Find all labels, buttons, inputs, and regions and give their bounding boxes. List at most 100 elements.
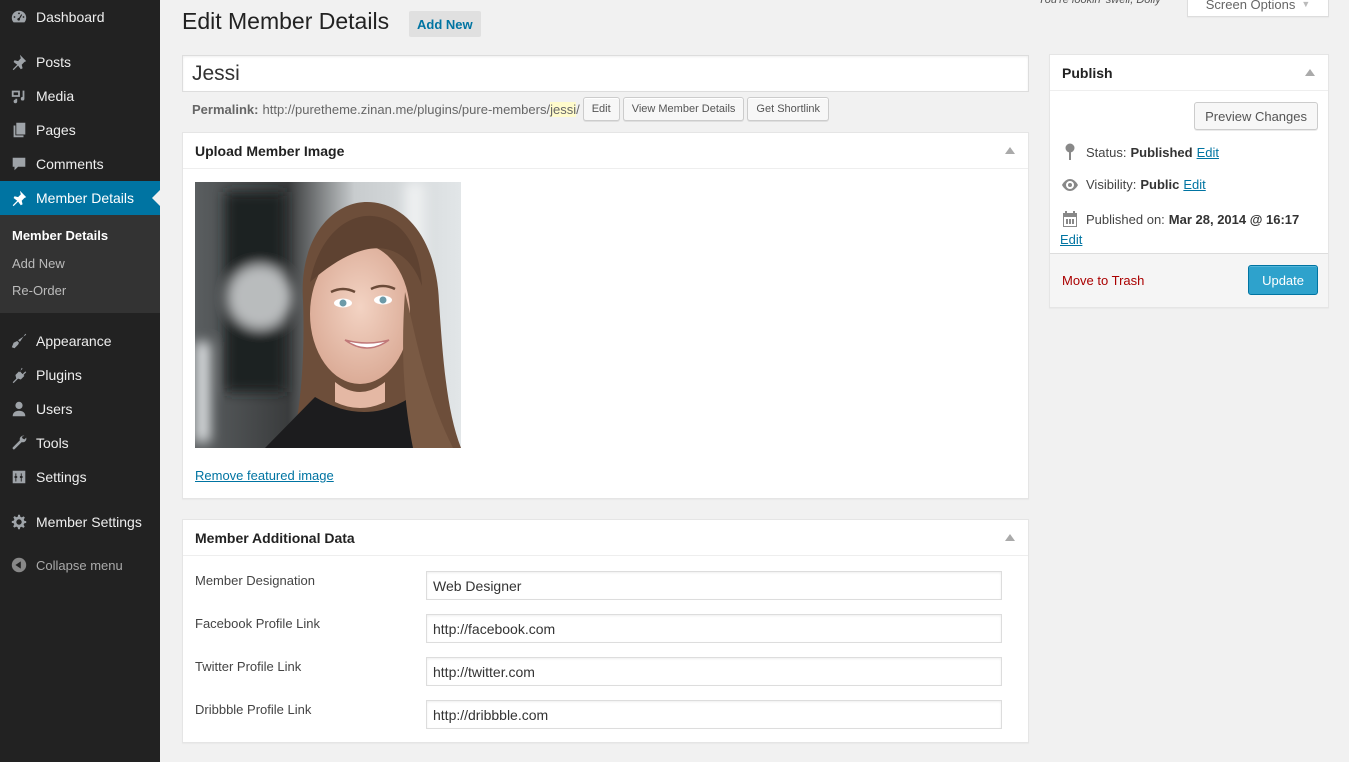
- box-header[interactable]: Upload Member Image: [183, 133, 1028, 169]
- remove-featured-image-link[interactable]: Remove featured image: [195, 468, 334, 483]
- menu-posts[interactable]: Posts: [0, 45, 160, 79]
- screen-options-label: Screen Options: [1205, 0, 1296, 12]
- menu-label: Appearance: [36, 333, 112, 349]
- field-label: Facebook Profile Link: [195, 616, 321, 631]
- portrait-image: [195, 182, 461, 448]
- comment-icon: [0, 155, 36, 173]
- menu-comments[interactable]: Comments: [0, 147, 160, 181]
- menu-settings[interactable]: Settings: [0, 460, 160, 494]
- twitter-link-input[interactable]: [426, 657, 1002, 686]
- menu-label: Tools: [36, 435, 69, 451]
- add-new-button[interactable]: Add New: [409, 11, 481, 37]
- collapse-toggle-icon[interactable]: [1305, 69, 1315, 76]
- menu-label: Dashboard: [36, 9, 105, 25]
- post-title-input[interactable]: [182, 55, 1029, 92]
- edit-slug-button[interactable]: Edit: [582, 97, 620, 121]
- edit-visibility-link[interactable]: Edit: [1183, 177, 1205, 192]
- box-header[interactable]: Member Additional Data: [183, 520, 1028, 556]
- dribbble-link-input[interactable]: [426, 700, 1002, 729]
- edit-status-link[interactable]: Edit: [1197, 145, 1219, 160]
- page-title: Edit Member Details: [182, 8, 390, 34]
- field-row-facebook: Facebook Profile Link: [183, 614, 1028, 644]
- collapse-menu-button[interactable]: Collapse menu: [0, 548, 160, 582]
- permalink-label: Permalink:: [192, 101, 259, 117]
- collapse-label: Collapse menu: [36, 557, 123, 573]
- menu-tools[interactable]: Tools: [0, 426, 160, 460]
- menu-label: Member Settings: [36, 514, 142, 530]
- submenu-member-details[interactable]: Member Details: [0, 222, 160, 250]
- menu-label: Member Details: [36, 190, 135, 206]
- menu-plugins[interactable]: Plugins: [0, 358, 160, 392]
- field-row-dribbble: Dribbble Profile Link: [183, 700, 1028, 730]
- permalink-url[interactable]: http://puretheme.zinan.me/plugins/pure-m…: [262, 101, 580, 117]
- menu-label: Posts: [36, 54, 72, 70]
- menu-pages[interactable]: Pages: [0, 113, 160, 147]
- sliders-icon: [0, 468, 36, 486]
- pin-icon: [1060, 143, 1080, 161]
- field-label: Twitter Profile Link: [195, 659, 302, 674]
- edit-date-link[interactable]: Edit: [1060, 232, 1082, 247]
- status-value: Published: [1130, 144, 1193, 160]
- box-title: Publish: [1062, 64, 1113, 81]
- member-photo[interactable]: [195, 182, 461, 448]
- collapse-toggle-icon[interactable]: [1005, 534, 1015, 541]
- publish-box: Publish Preview Changes Status: Publishe…: [1049, 54, 1329, 308]
- calendar-icon: [1060, 211, 1080, 227]
- publish-actions: Move to Trash Update: [1050, 253, 1328, 307]
- screen-options-button[interactable]: Screen Options ▼: [1187, 0, 1329, 17]
- published-date: Mar 28, 2014 @ 16:17: [1168, 211, 1300, 227]
- view-member-details-button[interactable]: View Member Details: [622, 97, 745, 121]
- pages-icon: [0, 121, 36, 139]
- menu-appearance[interactable]: Appearance: [0, 324, 160, 358]
- box-title: Member Additional Data: [195, 529, 355, 546]
- menu-users[interactable]: Users: [0, 392, 160, 426]
- submenu-re-order[interactable]: Re-Order: [0, 277, 160, 305]
- menu-label: Media: [36, 88, 75, 104]
- menu-label: Pages: [36, 122, 76, 138]
- upload-member-image-box: Upload Member Image Remove featured imag…: [182, 132, 1029, 499]
- media-icon: [0, 87, 36, 105]
- preview-changes-button[interactable]: Preview Changes: [1194, 102, 1318, 130]
- field-label: Dribbble Profile Link: [195, 702, 312, 717]
- plug-icon: [0, 366, 36, 384]
- pin-icon: [0, 53, 36, 71]
- eye-icon: [1060, 178, 1080, 191]
- visibility-value: Public: [1140, 177, 1180, 192]
- menu-label: Comments: [36, 156, 104, 172]
- admin-sidebar: Dashboard Posts Media Pages Comments Mem…: [0, 0, 160, 762]
- caret-down-icon: ▼: [1301, 0, 1311, 9]
- field-row-twitter: Twitter Profile Link: [183, 657, 1028, 687]
- field-row-designation: Member Designation: [183, 571, 1028, 601]
- collapse-toggle-icon[interactable]: [1005, 147, 1015, 154]
- brush-icon: [0, 332, 36, 350]
- permalink-row: Permalink: http://puretheme.zinan.me/plu…: [192, 97, 830, 121]
- hello-dolly-text: You're lookin' swell, Dolly: [1038, 0, 1161, 6]
- menu-member-details[interactable]: Member Details: [0, 181, 160, 215]
- menu-media[interactable]: Media: [0, 79, 160, 113]
- box-title: Upload Member Image: [195, 142, 345, 159]
- dashboard-icon: [0, 8, 36, 26]
- visibility-row: Visibility: Public Edit: [1060, 177, 1206, 192]
- get-shortlink-button[interactable]: Get Shortlink: [747, 97, 830, 121]
- menu-dashboard[interactable]: Dashboard: [0, 0, 160, 34]
- submenu-add-new[interactable]: Add New: [0, 250, 160, 278]
- collapse-arrow-icon: [0, 556, 36, 574]
- designation-input[interactable]: [426, 571, 1002, 600]
- gear-icon: [0, 513, 36, 531]
- submenu: Member Details Add New Re-Order: [0, 215, 160, 313]
- permalink-slug: jessi: [550, 101, 577, 117]
- menu-member-settings[interactable]: Member Settings: [0, 505, 160, 539]
- pin-icon: [0, 189, 36, 207]
- menu-label: Plugins: [36, 367, 82, 383]
- box-header[interactable]: Publish: [1050, 55, 1328, 91]
- wrench-icon: [0, 434, 36, 452]
- update-button[interactable]: Update: [1248, 265, 1318, 295]
- user-icon: [0, 400, 36, 418]
- menu-label: Settings: [36, 469, 87, 485]
- status-row: Status: Published Edit: [1060, 143, 1219, 161]
- member-additional-data-box: Member Additional Data Member Designatio…: [182, 519, 1029, 743]
- facebook-link-input[interactable]: [426, 614, 1002, 643]
- published-on-row: Published on: Mar 28, 2014 @ 16:17: [1060, 211, 1303, 227]
- move-to-trash-link[interactable]: Move to Trash: [1062, 273, 1144, 288]
- menu-label: Users: [36, 401, 73, 417]
